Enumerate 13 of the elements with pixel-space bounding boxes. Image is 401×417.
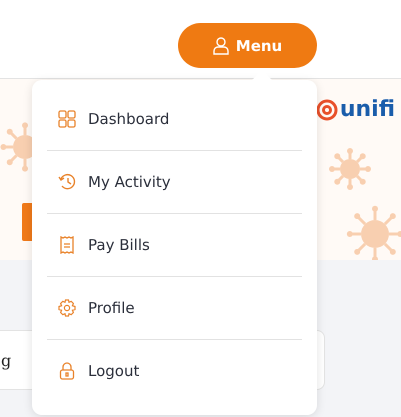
lock-icon	[58, 362, 76, 380]
card-text: g	[1, 350, 12, 370]
receipt-icon	[58, 236, 76, 254]
grid-icon	[58, 110, 76, 128]
menu-item[interactable]: My Activity	[47, 151, 302, 214]
menu-item[interactable]: Profile	[47, 277, 302, 340]
logo-text: unifi	[340, 97, 395, 122]
menu-item[interactable]: Pay Bills	[47, 214, 302, 277]
history-icon	[58, 173, 76, 191]
menu-item[interactable]: Dashboard	[47, 88, 302, 151]
menu-item[interactable]: Logout	[47, 340, 302, 402]
settings-icon	[58, 299, 76, 317]
user-icon	[212, 36, 229, 54]
